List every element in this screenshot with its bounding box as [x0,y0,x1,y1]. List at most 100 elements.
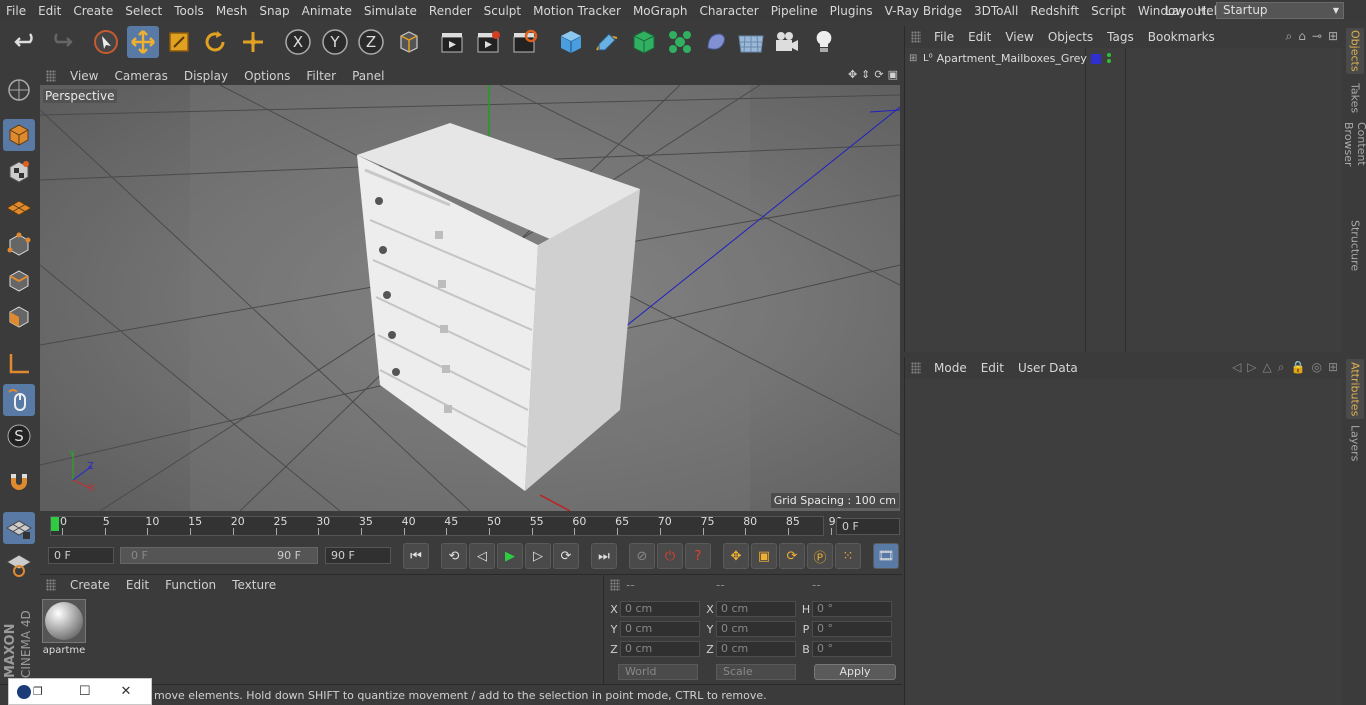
key-scale-icon[interactable]: ▣ [751,543,777,569]
rotation-b-field[interactable]: 0 ° [812,641,892,657]
tweak-mode-icon[interactable] [3,384,35,416]
menu-3dtoall[interactable]: 3DToAll [968,4,1024,18]
menu-edit[interactable]: Edit [32,4,67,18]
apply-button[interactable]: Apply [814,664,896,680]
texture-mode-icon[interactable] [3,156,35,188]
floor-icon[interactable] [735,26,767,58]
render-settings-icon[interactable] [508,26,540,58]
material-item[interactable]: apartme [42,599,86,659]
menu-render[interactable]: Render [423,4,478,18]
menu-pipeline[interactable]: Pipeline [765,4,824,18]
timeline-playhead[interactable] [51,517,59,531]
start-frame-field[interactable]: 0 F [48,547,114,564]
maximize-icon[interactable]: ☐ [79,684,91,699]
position-x-field[interactable]: 0 cm [620,601,700,617]
close-icon[interactable]: ✕ [121,684,132,699]
pan-view-icon[interactable]: ✥ [848,68,857,81]
current-frame-field[interactable]: 0 F [836,518,900,535]
viewport-menu-cameras[interactable]: Cameras [106,69,175,83]
keyframe-selection-icon[interactable]: ? [685,543,711,569]
pen-icon[interactable] [591,26,623,58]
visibility-dots-icon[interactable] [1107,53,1111,65]
go-to-start-icon[interactable]: ⏮ [403,543,429,569]
menu-snap[interactable]: Snap [253,4,295,18]
layer-color-swatch[interactable] [1091,54,1101,64]
tab-structure[interactable]: Structure [1346,218,1364,274]
axis-mode-icon[interactable] [3,348,35,380]
tab-objects[interactable]: Objects [1346,28,1364,74]
layout-dropdown[interactable]: Startup [1216,2,1344,19]
menu-file[interactable]: File [0,4,32,18]
scale-icon[interactable] [163,26,195,58]
home-icon[interactable]: ⌂ [1298,29,1306,44]
end-frame-field[interactable]: 90 F [325,547,391,564]
frame-range-slider[interactable]: 0 F 90 F [120,547,318,564]
viewport-menu-filter[interactable]: Filter [298,69,344,83]
deformer-icon[interactable] [700,26,732,58]
dolly-view-icon[interactable]: ⇕ [861,68,870,81]
new-panel-icon[interactable]: ⊞ [1328,29,1338,44]
search-icon[interactable]: ⌕ [1278,360,1285,375]
snap-icon[interactable]: S [3,420,35,452]
rotation-h-field[interactable]: 0 ° [812,601,892,617]
render-view-icon[interactable] [436,26,468,58]
locked-workplane-icon[interactable] [3,512,35,544]
target-icon[interactable]: ◎ [1311,360,1321,375]
key-rotation-icon[interactable]: ⟳ [779,543,805,569]
search-icon[interactable]: ⌕ [1286,29,1293,44]
attributes-menu-user-data[interactable]: User Data [1011,361,1085,375]
key-parameter-icon[interactable]: Ⓟ [807,543,833,569]
camera-icon[interactable] [771,26,803,58]
select-icon[interactable] [90,26,122,58]
next-frame-icon[interactable]: ▷ [525,543,551,569]
menu-redshift[interactable]: Redshift [1024,4,1085,18]
expand-icon[interactable]: ⊞ [909,53,919,64]
edges-mode-icon[interactable] [3,265,35,297]
cube-icon[interactable] [555,26,587,58]
forward-arrow-icon[interactable]: ▷ [1247,360,1256,375]
coord-scale-dropdown[interactable]: Scale [716,664,796,680]
material-menu-function[interactable]: Function [157,578,224,592]
restore-icon[interactable]: ❐ [33,685,43,698]
tab-content-browser[interactable]: Content Browser [1342,122,1366,212]
next-key-icon[interactable]: ⟳ [553,543,579,569]
redo-icon[interactable] [45,26,77,58]
position-y-field[interactable]: 0 cm [620,621,700,637]
timeline-ruler[interactable]: 051015202530354045505560657075808590 0 F [40,512,902,540]
menu-vray-bridge[interactable]: V-Ray Bridge [879,4,968,18]
menu-sculpt[interactable]: Sculpt [478,4,527,18]
previous-frame-icon[interactable]: ◁ [469,543,495,569]
y-axis-icon[interactable]: Y [319,26,351,58]
coord-mode-dropdown[interactable]: World [618,664,698,680]
object-name[interactable]: Apartment_Mailboxes_Grey [937,52,1087,65]
attributes-menu-edit[interactable]: Edit [974,361,1011,375]
viewport-menu-display[interactable]: Display [176,69,236,83]
menu-select[interactable]: Select [119,4,168,18]
objects-menu-edit[interactable]: Edit [961,30,998,44]
3d-viewport[interactable]: Y Z X [40,85,900,511]
menu-animate[interactable]: Animate [296,4,358,18]
x-axis-icon[interactable]: X [282,26,314,58]
polygons-mode-icon[interactable] [3,301,35,333]
position-z-field[interactable]: 0 cm [620,641,700,657]
autokey-icon[interactable]: ⏻ [657,543,683,569]
lock-icon[interactable]: 🔒 [1291,360,1306,375]
back-arrow-icon[interactable]: ◁ [1232,360,1241,375]
object-row[interactable]: ⊞ L⁰ Apartment_Mailboxes_Grey [909,52,1087,65]
viewport-menu-view[interactable]: View [62,69,106,83]
attributes-menu-mode[interactable]: Mode [927,361,974,375]
material-menu-edit[interactable]: Edit [118,578,157,592]
tab-layers[interactable]: Layers [1346,423,1364,463]
material-menu-create[interactable]: Create [62,578,118,592]
planar-workplane-icon[interactable] [3,548,35,580]
live-transform-icon[interactable] [237,26,269,58]
objects-menu-view[interactable]: View [998,30,1040,44]
render-picture-viewer-icon[interactable] [472,26,504,58]
go-to-end-icon[interactable]: ⏭ [591,543,617,569]
timeline-window-icon[interactable]: 🎞 [873,543,899,569]
world-coords-icon[interactable] [393,26,425,58]
record-keys-icon[interactable]: ⊘ [629,543,655,569]
objects-menu-file[interactable]: File [927,30,961,44]
new-panel-icon[interactable]: ⊞ [1328,360,1338,375]
tab-takes[interactable]: Takes [1346,78,1364,118]
